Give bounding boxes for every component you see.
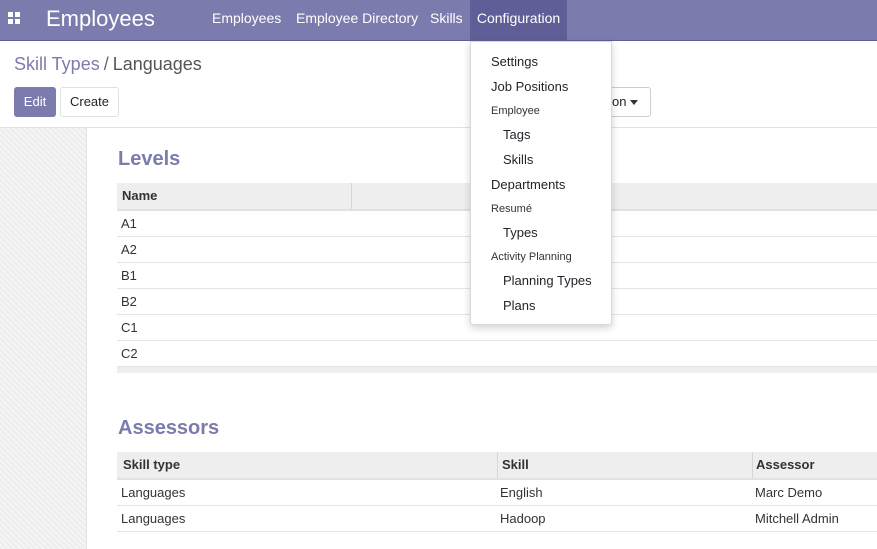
- menu-item-planning-types[interactable]: Planning Types: [503, 272, 592, 290]
- breadcrumb-current: Languages: [112, 54, 202, 74]
- cell-skill-type: Languages: [121, 511, 186, 526]
- cell-skill: English: [500, 485, 543, 500]
- menu-configuration[interactable]: Configuration: [470, 0, 567, 40]
- create-button[interactable]: Create: [60, 87, 119, 117]
- control-panel-divider: [0, 127, 877, 128]
- menu-header-activity-planning: Activity Planning: [491, 251, 572, 263]
- menu-item-types[interactable]: Types: [503, 224, 538, 242]
- cell-skill-type: Languages: [121, 485, 186, 500]
- menu-item-tags[interactable]: Tags: [503, 126, 530, 144]
- levels-title: Levels: [118, 148, 181, 170]
- top-navbar: Employees Employees Employee Directory S…: [0, 0, 877, 41]
- breadcrumb-separator: /: [103, 54, 109, 74]
- menu-employees[interactable]: Employees: [202, 0, 291, 40]
- breadcrumb-skill-types[interactable]: Skill Types: [14, 54, 100, 74]
- apps-grid-icon[interactable]: [8, 12, 21, 25]
- level-name: C1: [121, 320, 138, 335]
- cell-assessor: Marc Demo: [755, 485, 823, 500]
- menu-item-job-positions[interactable]: Job Positions: [491, 78, 568, 96]
- table-row[interactable]: Languages English Marc Demo: [117, 480, 877, 506]
- table-footer: [117, 367, 877, 373]
- level-name: C2: [121, 346, 138, 361]
- menu-employee-directory[interactable]: Employee Directory: [286, 0, 428, 40]
- column-header-skill-type[interactable]: Skill type: [123, 452, 180, 478]
- menu-item-departments[interactable]: Departments: [491, 176, 565, 194]
- caret-down-icon: [630, 100, 638, 105]
- assessors-table-header: Skill type Skill Assessor: [117, 452, 877, 480]
- level-name: B1: [121, 268, 137, 283]
- level-name: A2: [121, 242, 137, 257]
- menu-skills[interactable]: Skills: [420, 0, 473, 40]
- menu-item-skills[interactable]: Skills: [503, 151, 533, 169]
- menu-header-employee: Employee: [491, 105, 540, 117]
- column-divider: [351, 183, 352, 209]
- table-row[interactable]: C2: [117, 341, 877, 367]
- menu-item-settings[interactable]: Settings: [491, 53, 538, 71]
- cell-assessor: Mitchell Admin: [755, 511, 839, 526]
- assessors-table: Skill type Skill Assessor Languages Engl…: [117, 452, 877, 532]
- assessors-title: Assessors: [118, 417, 220, 439]
- app-title[interactable]: Employees: [46, 5, 155, 33]
- column-header-skill[interactable]: Skill: [502, 452, 529, 478]
- level-name: A1: [121, 216, 137, 231]
- column-header-name[interactable]: Name: [122, 183, 157, 209]
- menu-item-plans[interactable]: Plans: [503, 297, 536, 315]
- menu-header-resume: Resumé: [491, 203, 532, 215]
- column-header-assessor[interactable]: Assessor: [756, 452, 815, 478]
- form-background: [0, 128, 87, 549]
- table-row[interactable]: Languages Hadoop Mitchell Admin: [117, 506, 877, 532]
- action-button-label: on: [612, 94, 627, 109]
- edit-button[interactable]: Edit: [14, 87, 56, 117]
- column-divider: [752, 452, 753, 478]
- breadcrumb: Skill Types / Languages: [14, 54, 202, 75]
- column-divider: [497, 452, 498, 478]
- level-name: B2: [121, 294, 137, 309]
- cell-skill: Hadoop: [500, 511, 546, 526]
- configuration-dropdown-menu: Settings Job Positions Employee Tags Ski…: [470, 41, 612, 325]
